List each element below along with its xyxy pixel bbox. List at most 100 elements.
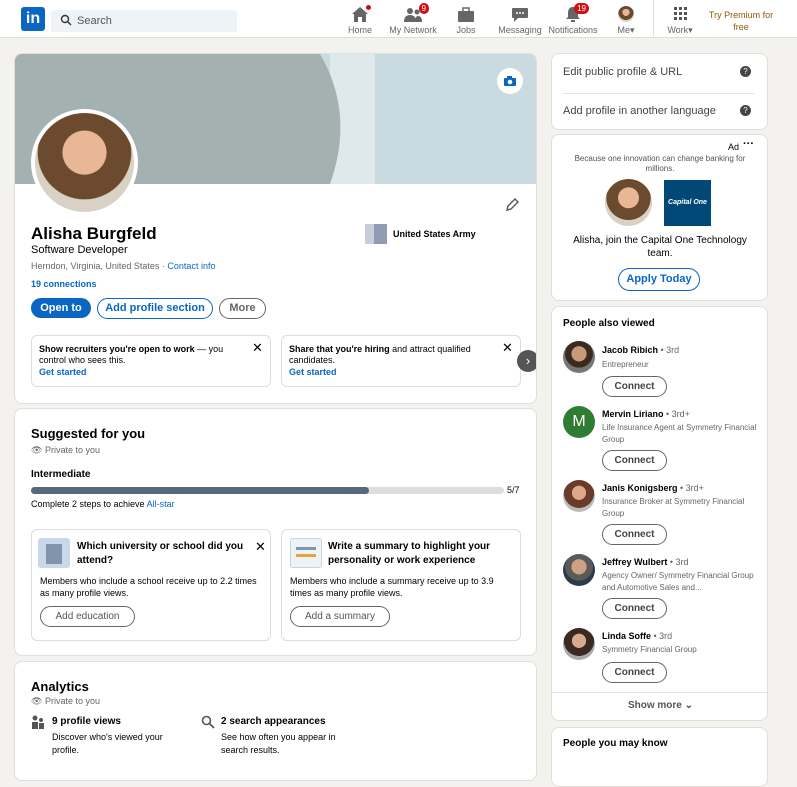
search-appearances-text: See how often you appear in search resul… [221, 732, 336, 755]
ad-label: Ad [728, 142, 740, 152]
search-input[interactable]: Search [51, 10, 237, 32]
suggestion-title: Write a summary to highlight your person… [328, 541, 491, 566]
home-icon [350, 4, 372, 23]
open-to-work-promo: Show recruiters you're open to work — yo… [31, 335, 271, 387]
carousel-next-button[interactable]: › [517, 350, 536, 372]
nav-home[interactable]: Home [346, 4, 374, 35]
person-avatar[interactable] [563, 480, 595, 512]
add-summary-button[interactable]: Add a summary [290, 606, 390, 627]
person-title: Insurance Broker at Symmetry Financial G… [602, 497, 745, 518]
profile-photo[interactable] [31, 109, 138, 216]
help-icon[interactable]: ? [740, 105, 751, 116]
nav-me[interactable]: Me▾ [612, 6, 640, 36]
person-title: Symmetry Financial Group [602, 645, 697, 654]
employer-name[interactable]: United States Army [393, 229, 476, 239]
person-title: Life Insurance Agent at Symmetry Financi… [602, 423, 757, 444]
allstar-hint: Complete 2 steps to achieve All-star [31, 499, 175, 509]
people-icon [32, 715, 44, 729]
get-started-link[interactable]: Get started [289, 367, 337, 377]
private-text: Private to you [44, 445, 100, 455]
person-name[interactable]: Mervin Liriano • 3rd+ [602, 409, 690, 419]
get-started-link[interactable]: Get started [39, 367, 87, 377]
profile-location: Herndon, Virginia, United States [31, 261, 160, 271]
divider [563, 93, 755, 94]
person-name[interactable]: Jacob Ribich • 3rd [602, 345, 679, 355]
nav-my-network[interactable]: 9 My Network [388, 3, 438, 35]
connections-link[interactable]: 19 connections [31, 279, 97, 289]
connect-button[interactable]: Connect [602, 450, 667, 471]
notifications-badge: 19 [574, 3, 589, 14]
allstar-link[interactable]: All-star [147, 499, 175, 509]
more-button[interactable]: More [219, 298, 266, 319]
nav-jobs[interactable]: Jobs [453, 6, 479, 35]
add-language-profile-link[interactable]: Add profile in another language [563, 105, 716, 117]
nav-work[interactable]: Work▾ [664, 6, 696, 36]
pencil-icon[interactable] [504, 197, 520, 213]
contact-info-link[interactable]: Contact info [167, 261, 215, 271]
person-avatar[interactable] [563, 554, 595, 586]
open-to-button[interactable]: Open to [31, 298, 91, 318]
close-icon[interactable]: ✕ [502, 340, 513, 356]
help-icon[interactable]: ? [740, 66, 751, 77]
nav-messaging-label: Messaging [498, 25, 542, 35]
person-avatar[interactable] [563, 341, 595, 373]
progress-fill [31, 487, 369, 494]
connect-button[interactable]: Connect [602, 524, 667, 545]
promo-bold: Show recruiters you're open to work [39, 344, 195, 354]
suggestion-title: Which university or school did you atten… [77, 541, 244, 566]
apply-today-button[interactable]: Apply Today [618, 268, 700, 291]
edit-public-profile-link[interactable]: Edit public profile & URL [563, 66, 682, 78]
connect-button[interactable]: Connect [602, 598, 667, 619]
ad-message: Alisha, join the Capital One Technology … [573, 235, 747, 259]
nav-notifications[interactable]: 19 Notifications [547, 3, 599, 35]
person-name[interactable]: Jeffrey Wulbert • 3rd [602, 557, 689, 567]
more-options-icon[interactable]: ··· [743, 138, 754, 150]
profile-location-line: Herndon, Virginia, United States · Conta… [31, 261, 215, 271]
add-education-button[interactable]: Add education [40, 606, 135, 627]
name-text: Jacob Ribich [602, 345, 659, 355]
profile-card: Alisha Burgfeld Software Developer Hernd… [14, 53, 537, 404]
ad-user-avatar [605, 179, 652, 226]
show-more-button[interactable]: Show more ⌄ [552, 700, 767, 711]
close-icon[interactable]: ✕ [252, 340, 263, 356]
edit-cover-button[interactable] [497, 68, 523, 94]
name-text: Linda Soffe [602, 631, 651, 641]
person-avatar[interactable] [563, 628, 595, 660]
search-appearances-link[interactable]: 2 search appearances [221, 716, 326, 727]
connect-button[interactable]: Connect [602, 376, 667, 397]
divider [552, 692, 767, 693]
promo-text: Share that you're hiring and attract qua… [289, 344, 489, 366]
hint-text: Complete 2 steps to achieve [31, 499, 147, 509]
name-text: Mervin Liriano [602, 409, 664, 419]
degree-text: • 3rd+ [663, 409, 690, 419]
people-you-may-know-card: People you may know [551, 727, 768, 787]
suggestion-card-summary: Write a summary to highlight your person… [281, 529, 521, 641]
profile-views-link[interactable]: 9 profile views [52, 716, 121, 727]
person-title: Entrepreneur [602, 360, 649, 369]
promo-bold: Share that you're hiring [289, 344, 390, 354]
profile-settings-card: Edit public profile & URL ? Add profile … [551, 53, 768, 130]
chevron-down-icon: ⌄ [684, 700, 694, 711]
person-name[interactable]: Linda Soffe • 3rd [602, 631, 672, 641]
degree-text: • 3rd [658, 345, 680, 355]
try-premium-link[interactable]: Try Premium for free [704, 9, 778, 33]
add-profile-section-button[interactable]: Add profile section [97, 298, 213, 319]
connect-button[interactable]: Connect [602, 662, 667, 683]
profile-name: Alisha Burgfeld [31, 224, 157, 243]
degree-text: • 3rd+ [677, 483, 704, 493]
network-icon: 9 [403, 3, 429, 23]
nav-notifications-label: Notifications [548, 25, 598, 35]
nav-messaging[interactable]: Messaging [496, 6, 544, 35]
linkedin-logo[interactable]: in [21, 7, 45, 31]
chevron-down-icon: ▾ [688, 25, 693, 35]
school-icon [38, 538, 70, 568]
nav-my-network-label: My Network [389, 25, 437, 35]
progress-track [31, 487, 504, 494]
profile-headline: Software Developer [31, 244, 128, 256]
person-name[interactable]: Janis Konigsberg • 3rd+ [602, 483, 704, 493]
messaging-icon [510, 6, 530, 23]
person-avatar[interactable]: M [563, 406, 595, 438]
close-icon[interactable]: ✕ [255, 539, 266, 555]
grid-icon [670, 6, 690, 23]
nav-work-label: Work [667, 25, 689, 35]
